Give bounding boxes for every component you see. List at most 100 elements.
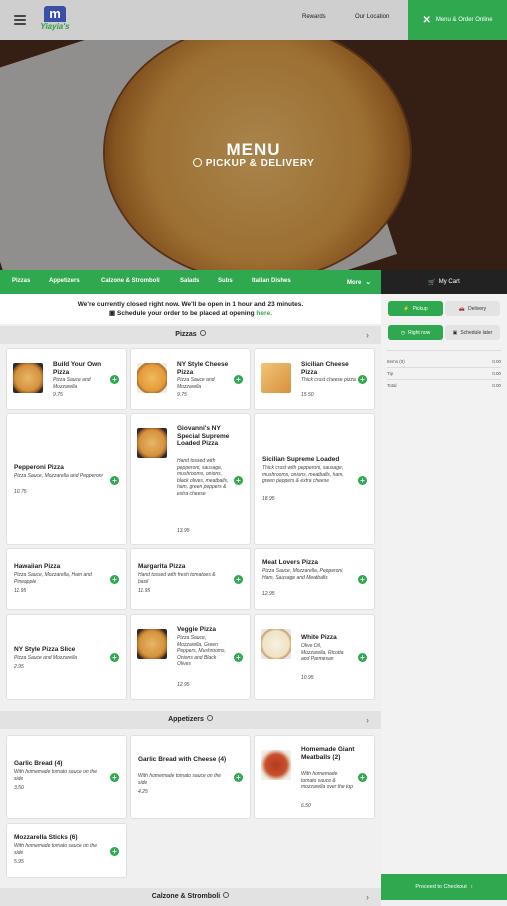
category-tab-appetizers[interactable]: Appetizers — [49, 278, 80, 284]
menu-item-card[interactable]: White Pizza Olive Oil, Mozzarella, Ricot… — [254, 614, 375, 700]
info-icon[interactable] — [206, 715, 213, 721]
item-description: Hand tossed with fresh tomatoes & basil — [138, 572, 216, 585]
menu-item-card[interactable]: Hawaiian Pizza Pizza Sauce, Mozzarella, … — [6, 548, 127, 610]
item-description: Pizza Sauce and Mozzarella — [177, 377, 215, 390]
clock-icon: ◷ — [400, 329, 406, 336]
restaurant-logo[interactable]: m Yiayia's — [40, 6, 70, 34]
item-description: Pizza Sauce and Mozzarella — [53, 377, 91, 390]
menu-item-card[interactable]: Margarita Pizza Hand tossed with fresh t… — [130, 548, 251, 610]
item-price: 9.75 — [177, 392, 187, 398]
delivery-toggle[interactable]: 🚗 Delivery — [445, 301, 500, 316]
pickup-toggle[interactable]: ⚡ Pickup — [388, 301, 443, 316]
add-item-icon[interactable]: + — [358, 476, 367, 485]
cart-label: My Cart — [438, 279, 460, 285]
add-item-icon[interactable]: + — [234, 773, 243, 782]
add-item-icon[interactable]: + — [110, 575, 119, 584]
item-name: Garlic Bread with Cheese (4) — [138, 756, 227, 763]
add-item-icon[interactable]: + — [110, 847, 119, 856]
closed-notice: We're currently closed right now. We'll … — [0, 294, 381, 324]
menu-item-card[interactable]: Sicilian Supreme Loaded Thick crust with… — [254, 413, 375, 545]
item-thumbnail — [261, 363, 291, 393]
item-name: Sicilian Supreme Loaded — [262, 456, 340, 463]
item-price: 12.95 — [262, 591, 275, 597]
menu-item-card[interactable]: Giovanni's NY Special Supreme Loaded Piz… — [130, 413, 251, 545]
add-item-icon[interactable]: + — [110, 773, 119, 782]
add-item-icon[interactable]: + — [110, 375, 119, 384]
category-tab-italian-dishes[interactable]: Italian Dishes — [252, 278, 291, 284]
proceed-to-checkout-button[interactable]: Proceed to Checkout › — [381, 874, 507, 900]
menu-item-card[interactable]: Meat Lovers Pizza Pizza Sauce, Mozzarell… — [254, 548, 375, 610]
menu-item-card[interactable]: Sicilian Cheese Pizza Thick crust cheese… — [254, 348, 375, 410]
menu-item-card[interactable]: Mozzarella Sticks (6) With homemade toma… — [6, 823, 127, 878]
category-tab-subs[interactable]: Subs — [218, 278, 233, 284]
item-price: 3.50 — [14, 785, 24, 791]
menu-order-online-button[interactable]: ✕ Menu & Order Online — [408, 0, 507, 40]
hero-title: MENU — [226, 140, 281, 159]
category-tab-pizzas[interactable]: Pizzas — [12, 278, 30, 284]
add-item-icon[interactable]: + — [358, 375, 367, 384]
item-name: Margarita Pizza — [138, 563, 186, 570]
menu-item-card[interactable]: Garlic Bread with Cheese (4) With homema… — [130, 735, 251, 819]
item-description: Thick crust cheese pizza — [301, 377, 356, 383]
menu-item-card[interactable]: Homemade Giant Meatballs (2) With homema… — [254, 735, 375, 819]
item-name: Build Your Own Pizza — [53, 361, 102, 376]
chevron-right-icon[interactable]: › — [366, 711, 369, 729]
right-now-toggle[interactable]: ◷ Right now — [388, 325, 443, 340]
my-cart-header[interactable]: 🛒 My Cart — [381, 270, 507, 294]
item-price: 12.95 — [177, 682, 190, 688]
category-nav: Pizzas Appetizers Calzone & Stromboli Sa… — [0, 270, 381, 294]
category-tab-more[interactable]: More ⌄ — [347, 278, 371, 286]
summary-total-row: Total 0.00 — [387, 383, 501, 388]
add-item-icon[interactable]: + — [358, 653, 367, 662]
logo-text: Yiayia's — [40, 22, 70, 31]
menu-item-card[interactable]: Pepperoni Pizza Pizza Sauce, Mozzarella … — [6, 413, 127, 545]
add-item-icon[interactable]: + — [234, 653, 243, 662]
schedule-here-link[interactable]: here. — [256, 310, 272, 317]
add-item-icon[interactable]: + — [234, 476, 243, 485]
item-price: 5.95 — [14, 859, 24, 865]
section-header-appetizers: Appetizers › — [0, 711, 381, 729]
item-description: Pizza Sauce, Mozzarella, Ham and Pineapp… — [14, 572, 92, 585]
menu-item-card[interactable]: Build Your Own Pizza Pizza Sauce and Moz… — [6, 348, 127, 410]
car-icon: 🚗 — [458, 305, 466, 312]
category-tab-calzone[interactable]: Calzone & Stromboli — [101, 278, 160, 284]
category-tab-salads[interactable]: Salads — [180, 278, 199, 284]
menu-item-card[interactable]: NY Style Cheese Pizza Pizza Sauce and Mo… — [130, 348, 251, 410]
hero-banner: MENU PICKUP & DELIVERY — [0, 40, 507, 270]
item-price: 6.50 — [301, 803, 311, 809]
item-description: Pizza Sauce, Mozzarella, Pepperoni, Ham,… — [262, 568, 344, 581]
add-item-icon[interactable]: + — [358, 773, 367, 782]
info-icon[interactable] — [199, 330, 206, 336]
item-name: Meat Lovers Pizza — [262, 559, 318, 566]
chevron-right-icon[interactable]: › — [366, 888, 369, 906]
nav-location-link[interactable]: Our Location — [355, 14, 389, 20]
chevron-right-icon[interactable]: › — [366, 326, 369, 344]
pickup-label: Pickup — [412, 305, 428, 312]
add-item-icon[interactable]: + — [110, 653, 119, 662]
item-price: 2.95 — [14, 664, 24, 670]
nav-rewards-link[interactable]: Rewards — [302, 14, 326, 20]
schedule-later-label: Schedule later — [460, 329, 493, 336]
add-item-icon[interactable]: + — [110, 476, 119, 485]
summary-tip-row: Tip 0.00 — [387, 371, 501, 376]
delivery-label: Delivery — [468, 305, 487, 312]
item-thumbnail — [13, 363, 43, 393]
menu-item-card[interactable]: Garlic Bread (4) With homemade tomato sa… — [6, 735, 127, 819]
logo-mark: m — [44, 6, 66, 22]
section-header-calzone: Calzone & Stromboli › — [0, 888, 381, 906]
schedule-later-toggle[interactable]: ▣ Schedule later — [445, 325, 500, 340]
menu-item-card[interactable]: NY Style Pizza Slice Pizza Sauce and Moz… — [6, 614, 127, 700]
add-item-icon[interactable]: + — [358, 575, 367, 584]
add-item-icon[interactable]: + — [234, 375, 243, 384]
item-price: 18.95 — [262, 496, 275, 502]
add-item-icon[interactable]: + — [234, 575, 243, 584]
info-icon[interactable] — [223, 892, 230, 898]
item-price: 4.25 — [138, 789, 148, 795]
item-thumbnail — [137, 428, 167, 458]
item-thumbnail — [261, 750, 291, 780]
item-thumbnail — [137, 629, 167, 659]
item-name: Giovanni's NY Special Supreme Loaded Piz… — [177, 425, 230, 447]
hamburger-menu-icon[interactable] — [14, 15, 26, 25]
hero-subtitle-text: PICKUP & DELIVERY — [205, 158, 315, 169]
menu-item-card[interactable]: Veggie Pizza Pizza Sauce, Mozzarella, Gr… — [130, 614, 251, 700]
